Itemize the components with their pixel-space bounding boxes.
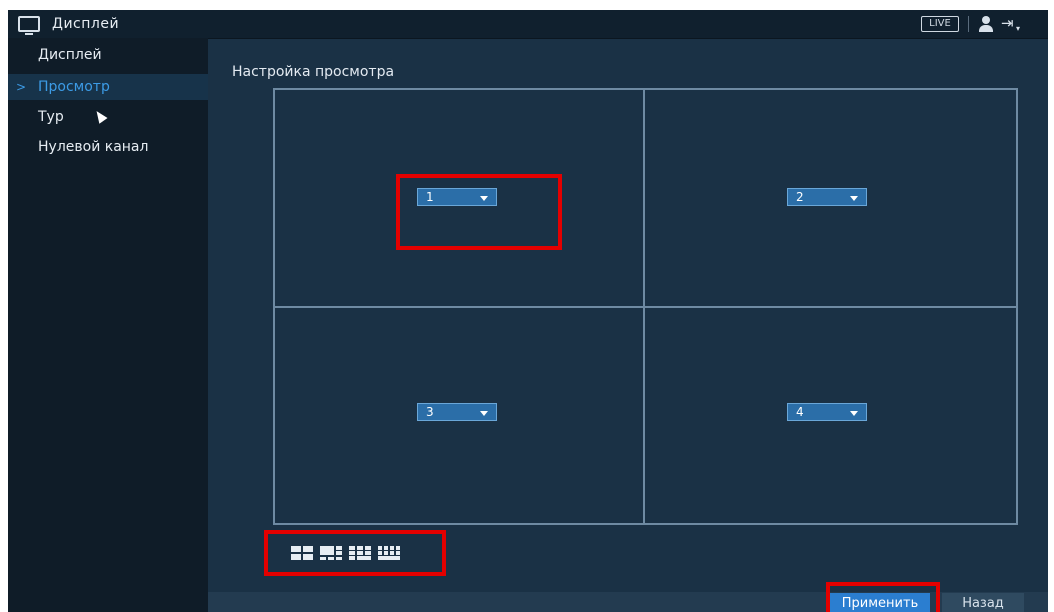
highlight-layout-switcher: [264, 530, 446, 576]
chevron-right-icon: >: [16, 80, 27, 94]
live-button[interactable]: LIVE: [921, 16, 959, 32]
highlight-channel-select: [396, 174, 562, 250]
sidebar-item-label: Нулевой канал: [38, 139, 149, 155]
sidebar-item-zero-channel[interactable]: Нулевой канал: [8, 134, 208, 160]
preview-cell-3: 3: [273, 306, 645, 525]
chevron-down-icon: [850, 411, 858, 416]
chevron-down-icon: [480, 411, 488, 416]
user-icon[interactable]: [979, 16, 993, 32]
channel-select-value: 3: [426, 405, 434, 419]
sidebar-item-label: Дисплей: [38, 47, 102, 63]
channel-select-3[interactable]: 3: [417, 403, 497, 421]
sidebar-item-display[interactable]: Дисплей: [8, 42, 208, 68]
window-title: Дисплей: [52, 16, 120, 32]
logout-icon[interactable]: ⇥: [1001, 16, 1015, 31]
sidebar-item-tour[interactable]: Тур: [8, 104, 208, 130]
channel-select-2[interactable]: 2: [787, 188, 867, 206]
monitor-icon: [18, 16, 40, 35]
preview-cell-4: 4: [643, 306, 1018, 525]
top-bar: Дисплей LIVE ⇥ ▾: [8, 10, 1048, 39]
logout-dropdown-icon[interactable]: ▾: [1016, 24, 1020, 33]
preview-layout-grid: 1 2 3 4: [273, 88, 1018, 525]
sidebar: Дисплей > Просмотр Тур Нулевой канал: [8, 38, 208, 612]
channel-select-value: 2: [796, 190, 804, 204]
sidebar-item-view[interactable]: > Просмотр: [8, 74, 208, 100]
preview-cell-2: 2: [643, 88, 1018, 308]
channel-select-value: 4: [796, 405, 804, 419]
page-title: Настройка просмотра: [232, 64, 395, 80]
display-settings-screen: Дисплей LIVE ⇥ ▾ Дисплей > Просмотр Тур …: [8, 10, 1048, 612]
back-button[interactable]: Назад: [942, 593, 1024, 612]
highlight-apply-button: [826, 582, 940, 612]
topbar-divider: [968, 16, 969, 32]
channel-select-4[interactable]: 4: [787, 403, 867, 421]
sidebar-item-label: Тур: [38, 109, 64, 125]
chevron-down-icon: [850, 196, 858, 201]
sidebar-item-label: Просмотр: [38, 79, 110, 95]
window-title-group: Дисплей: [18, 14, 120, 35]
